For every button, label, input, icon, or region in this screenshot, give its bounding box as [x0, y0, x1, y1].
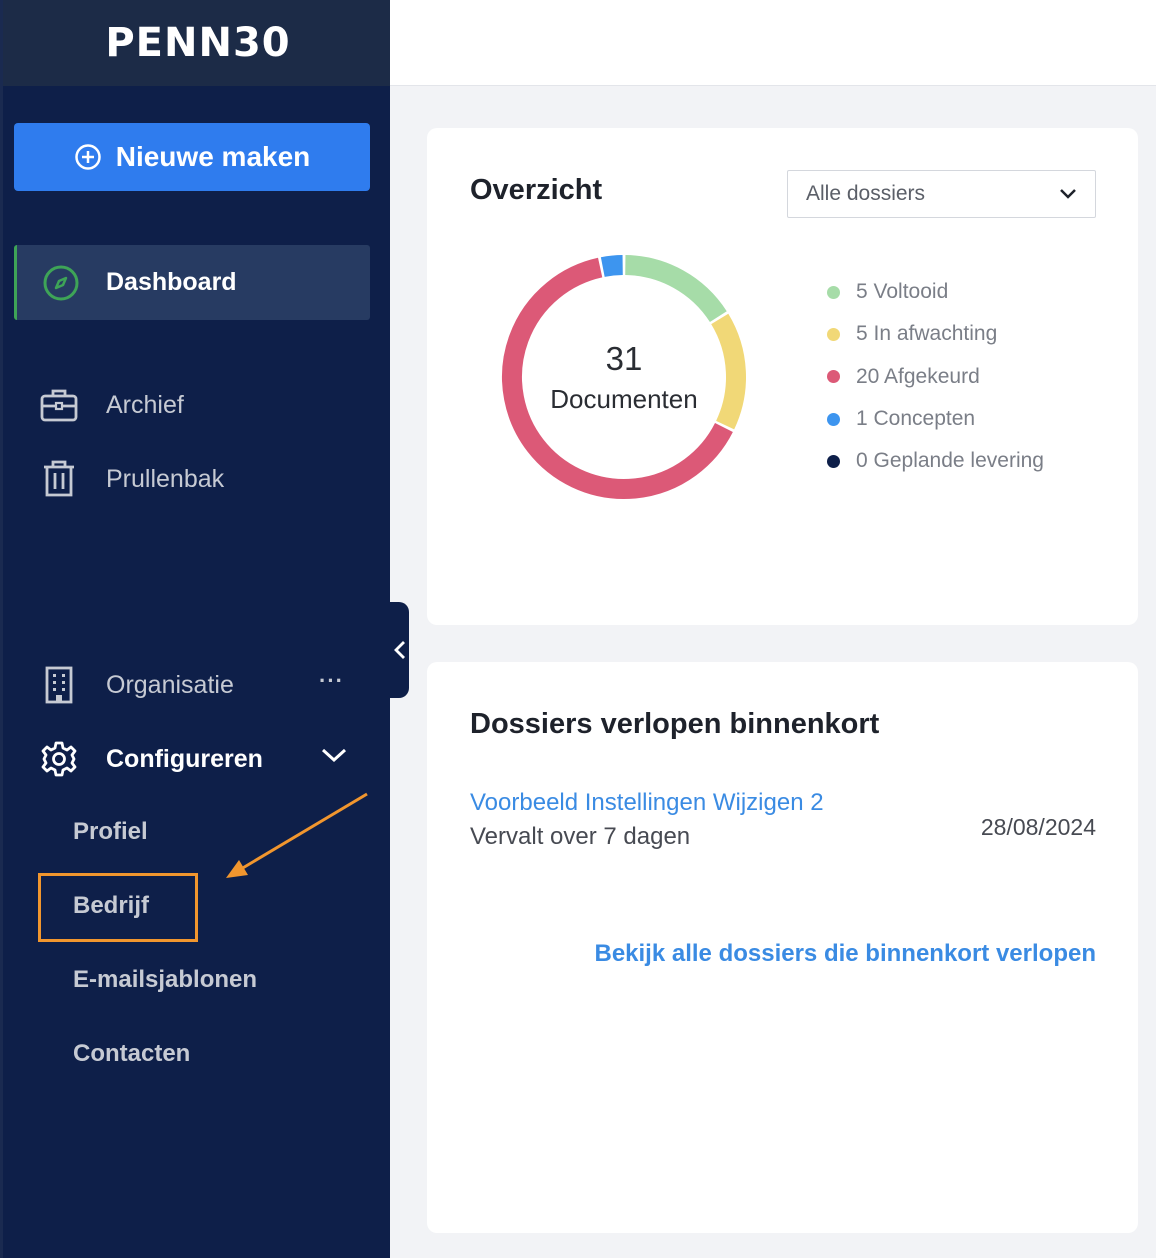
sidebar-item-archief[interactable]: Archief: [39, 385, 184, 425]
expiring-dossier-date: 28/08/2024: [980, 814, 1096, 840]
chevron-down-icon[interactable]: [321, 746, 347, 769]
overview-card: Overzicht Alle dossiers 31 Documenten 5 …: [427, 128, 1138, 625]
new-button[interactable]: Nieuwe maken: [14, 123, 370, 191]
expiring-dossiers-card: Dossiers verlopen binnenkort Voorbeeld I…: [427, 662, 1138, 1233]
sidebar-item-organisatie[interactable]: Organisatie: [39, 665, 234, 705]
legend-label: 5 Voltooid: [856, 280, 949, 304]
trash-icon: [39, 459, 79, 499]
legend-label: 1 Concepten: [856, 407, 976, 431]
legend-item: 5 Voltooid: [827, 271, 1044, 313]
sidebar-item-label: Dashboard: [106, 268, 237, 296]
annotation-arrow: [226, 792, 368, 878]
chart-legend: 5 Voltooid 5 In afwachting 20 Afgekeurd …: [827, 271, 1044, 482]
briefcase-icon: [39, 385, 79, 425]
sidebar-subitem-profiel[interactable]: Profiel: [73, 818, 148, 846]
expiring-dossier-subtitle: Vervalt over 7 dagen: [470, 823, 691, 850]
legend-dot: [827, 285, 840, 299]
legend-item: 0 Geplande levering: [827, 440, 1044, 482]
highlight-box: [38, 873, 198, 942]
legend-dot: [827, 454, 840, 468]
chevron-down-icon: [1060, 189, 1076, 199]
penneo-logo[interactable]: PENN30: [105, 20, 290, 66]
sidebar-subitem-contacten[interactable]: Contacten: [73, 1040, 190, 1068]
expiring-dossier-link[interactable]: Voorbeeld Instellingen Wijzigen 2: [470, 789, 824, 817]
dossier-filter-select[interactable]: Alle dossiers: [787, 170, 1096, 218]
building-icon: [39, 665, 79, 705]
collapse-sidebar-button[interactable]: [390, 602, 409, 698]
overview-title: Overzicht: [470, 174, 603, 206]
legend-item: 20 Afgekeurd: [827, 356, 1044, 398]
sidebar-item-label: Configureren: [106, 744, 263, 773]
legend-item: 5 In afwachting: [827, 313, 1044, 355]
sidebar: PENN30 Nieuwe maken Dashboard Archief Pr…: [0, 0, 393, 1258]
gear-icon: [39, 739, 79, 779]
sidebar-item-label: Archief: [106, 390, 184, 419]
sidebar-item-dashboard[interactable]: Dashboard: [14, 245, 370, 320]
view-all-expiring-link[interactable]: Bekijk alle dossiers die binnenkort verl…: [594, 940, 1096, 968]
new-button-label: Nieuwe maken: [115, 141, 311, 172]
more-options-icon[interactable]: ···: [319, 668, 344, 694]
sidebar-item-label: Prullenbak: [106, 464, 225, 493]
sidebar-subitem-emailsjablonen[interactable]: E-mailsjablonen: [73, 966, 257, 994]
legend-dot: [827, 412, 840, 426]
chevron-left-icon: [393, 641, 405, 659]
sidebar-item-prullenbak[interactable]: Prullenbak: [39, 459, 224, 499]
plus-circle-icon: [74, 144, 101, 170]
sidebar-item-label: Organisatie: [106, 670, 234, 699]
logo-bar: PENN30: [3, 0, 393, 86]
legend-item: 1 Concepten: [827, 398, 1044, 440]
legend-label: 0 Geplande levering: [856, 449, 1044, 473]
donut-center: 31 Documenten: [499, 252, 749, 502]
legend-dot: [827, 370, 840, 384]
compass-icon: [41, 263, 81, 303]
legend-dot: [827, 327, 840, 341]
legend-label: 5 In afwachting: [856, 322, 998, 346]
sidebar-item-configureren[interactable]: Configureren: [39, 739, 263, 779]
donut-total: 31: [605, 339, 643, 377]
donut-total-label: Documenten: [550, 383, 698, 414]
legend-label: 20 Afgekeurd: [856, 364, 980, 388]
top-bar: [390, 0, 1156, 86]
dossier-filter-value: Alle dossiers: [806, 182, 926, 205]
expiring-title: Dossiers verlopen binnenkort: [470, 708, 880, 740]
